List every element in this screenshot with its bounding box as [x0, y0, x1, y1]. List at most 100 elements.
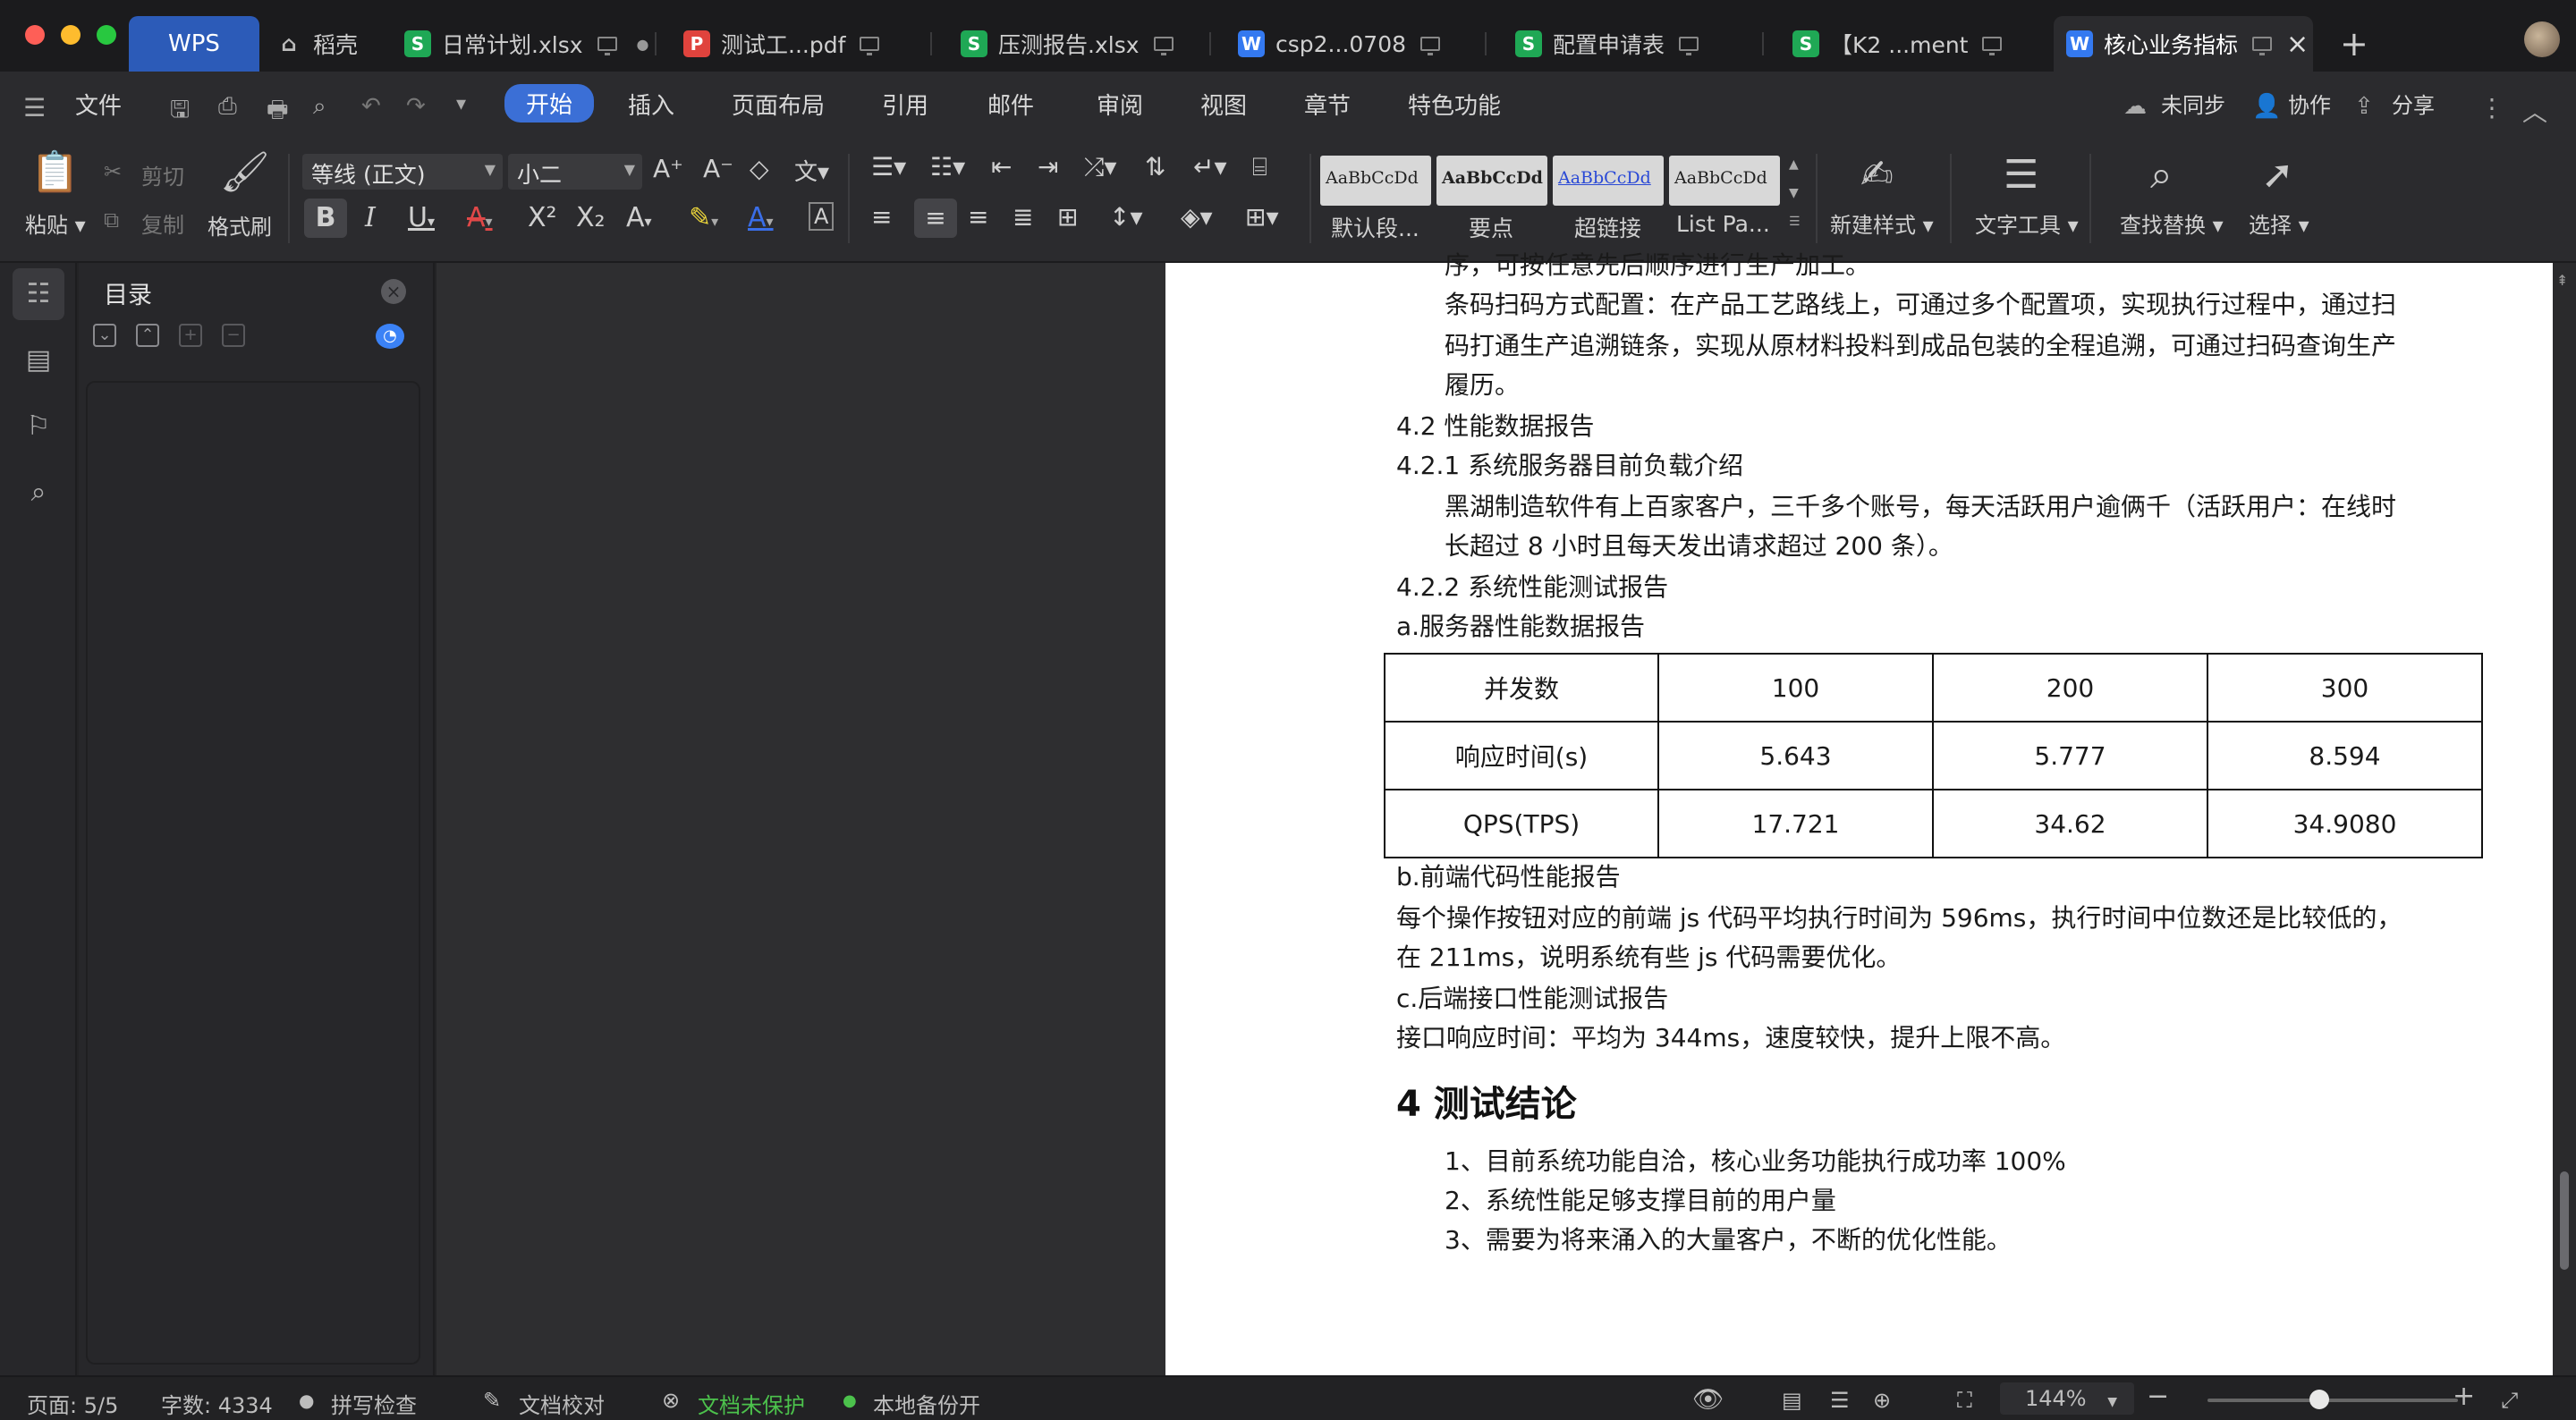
search-icon[interactable]: ⌕ [2150, 152, 2173, 198]
ruler-toggle-icon[interactable]: ⇞ [2556, 272, 2568, 289]
text-tools-button[interactable]: 文字工具 ▾ [1975, 207, 2079, 239]
tab-config-form[interactable]: S 配置申请表 [1515, 16, 1699, 72]
table-cell[interactable]: 100 [1657, 653, 1934, 723]
tab-core-metrics[interactable]: W 核心业务指标 × [2054, 16, 2313, 72]
justify-icon[interactable]: ≣ [1013, 202, 1033, 232]
redo-icon[interactable]: ↷ [406, 93, 426, 120]
superscript-button[interactable]: X² [528, 202, 557, 233]
align-right-icon[interactable]: ≡ [968, 202, 988, 232]
page-view-icon[interactable]: ▤ [13, 334, 64, 386]
styles-scroll-up-icon[interactable]: ▲ [1789, 157, 1799, 172]
menu-insert[interactable]: 插入 [628, 88, 674, 121]
table-cell[interactable]: 17.721 [1657, 789, 1934, 858]
style-listparagraph-preview[interactable]: AaBbCcDd [1669, 156, 1780, 206]
copy-button[interactable]: 复制 [141, 207, 184, 239]
align-center-icon[interactable]: ≡ [914, 199, 957, 238]
strikethrough-button[interactable]: A▾ [467, 202, 493, 233]
close-tab-icon[interactable]: × [2286, 29, 2309, 60]
menu-special-features[interactable]: 特色功能 [1408, 88, 1501, 121]
cut-icon[interactable]: ✂ [104, 159, 122, 184]
phonetic-guide-icon[interactable]: 文▾ [794, 154, 829, 187]
minimize-window-button[interactable] [61, 25, 80, 45]
text-tools-icon[interactable]: ☰ [2004, 152, 2038, 198]
zoom-out-button[interactable]: − [2147, 1381, 2169, 1412]
bookmark-icon[interactable]: ⚐ [13, 401, 64, 452]
bold-button[interactable]: B [304, 199, 347, 238]
styles-expand-icon[interactable]: ☰ [1789, 215, 1801, 229]
font-size-select[interactable]: 小二 ▼ [508, 154, 642, 190]
tab-daoke[interactable]: ⌂ 稻壳 [275, 16, 358, 72]
borders-icon[interactable]: ⊞▾ [1245, 202, 1279, 232]
subscript-button[interactable]: X₂ [576, 202, 606, 233]
share-button[interactable]: 分享 [2392, 88, 2435, 119]
align-left-icon[interactable]: ≡ [871, 202, 892, 232]
menu-chapter[interactable]: 章节 [1304, 88, 1351, 121]
select-button[interactable]: 选择 ▾ [2249, 207, 2309, 239]
line-spacing-icon[interactable]: ↕▾ [1109, 202, 1143, 232]
outline-view-icon[interactable]: ☷ [13, 268, 64, 320]
font-color-button[interactable]: A▾ [748, 202, 774, 233]
new-style-button[interactable]: 新建样式 ▾ [1830, 207, 1934, 239]
eye-protection-icon[interactable]: 👁 [1692, 1384, 1724, 1414]
cut-button[interactable]: 剪切 [141, 159, 184, 190]
page-view-mode-icon[interactable]: ▤ [1782, 1388, 1802, 1413]
fit-page-icon[interactable]: ⛶ [1957, 1388, 1972, 1413]
styles-scroll-down-icon[interactable]: ▼ [1789, 186, 1799, 200]
remove-heading-icon[interactable]: − [222, 324, 245, 347]
zoom-slider-handle[interactable] [2309, 1390, 2329, 1409]
grow-font-icon[interactable]: A⁺ [653, 154, 683, 183]
table-tools-icon[interactable]: ⌸ [1252, 152, 1267, 182]
table-cell[interactable]: 5.777 [1932, 721, 2208, 790]
format-painter-icon[interactable]: 🖌 [220, 148, 270, 195]
document-page[interactable]: 序，可按任意先后顺序进行生产加工。 条码扫码方式配置：在产品工艺路线上，可通过多… [1165, 250, 2576, 1375]
clear-format-icon[interactable]: ◇ [750, 154, 769, 183]
table-cell[interactable]: 响应时间(s) [1384, 721, 1659, 790]
sort-icon[interactable]: ⇅ [1145, 152, 1165, 182]
table-cell[interactable]: 8.594 [2207, 721, 2483, 790]
print-preview-icon[interactable]: ⌕ [313, 93, 326, 121]
font-name-select[interactable]: 等线 (正文) ▼ [302, 154, 503, 190]
zoom-slider[interactable] [2207, 1399, 2458, 1402]
web-view-mode-icon[interactable]: ⊕ [1873, 1388, 1891, 1413]
close-icon[interactable]: × [381, 279, 406, 304]
style-hyperlink-preview[interactable]: AaBbCcDd [1553, 156, 1664, 206]
decrease-indent-icon[interactable]: ⇤ [991, 152, 1012, 182]
tab-test-pdf[interactable]: P 测试工...pdf [683, 16, 880, 72]
hamburger-menu-icon[interactable]: ☰ [23, 93, 46, 123]
table-cell[interactable]: 34.9080 [2207, 789, 2483, 858]
text-effect-button[interactable]: A▾ [626, 202, 652, 233]
table-cell[interactable]: 5.643 [1657, 721, 1934, 790]
show-marks-icon[interactable]: ↵▾ [1193, 152, 1227, 182]
table-cell[interactable]: 并发数 [1384, 653, 1659, 723]
table-cell[interactable]: QPS(TPS) [1384, 789, 1659, 858]
shading-icon[interactable]: ◈▾ [1181, 202, 1213, 232]
close-window-button[interactable] [25, 25, 45, 45]
proofread-button[interactable]: 文档校对 [519, 1388, 605, 1419]
more-options-icon[interactable]: ⋮ [2479, 93, 2504, 123]
menu-review[interactable]: 审阅 [1097, 88, 1143, 121]
cursor-select-icon[interactable]: ➚ [2261, 152, 2294, 198]
expand-all-icon[interactable]: ⌄ [93, 324, 116, 347]
fullscreen-icon[interactable]: ⤢ [2501, 1388, 2518, 1413]
avatar[interactable] [2524, 21, 2560, 57]
menu-page-layout[interactable]: 页面布局 [732, 88, 825, 121]
italic-button[interactable]: I [365, 202, 376, 233]
table-cell[interactable]: 300 [2207, 653, 2483, 723]
vertical-scrollbar[interactable]: ⇞ [2553, 263, 2576, 1375]
menu-start[interactable]: 开始 [504, 84, 595, 123]
text-direction-icon[interactable]: ⤮▾ [1084, 152, 1116, 182]
spell-check-button[interactable]: 拼写检查 [331, 1388, 417, 1419]
character-border-button[interactable]: A [809, 202, 835, 231]
backup-status[interactable]: 本地备份开 [873, 1388, 980, 1419]
menu-mailings[interactable]: 邮件 [987, 88, 1034, 121]
word-count[interactable]: 字数: 4334 [161, 1388, 273, 1419]
find-in-doc-icon[interactable]: ⌕ [13, 467, 64, 519]
paste-button[interactable]: 粘贴 ▾ [25, 207, 86, 239]
quick-access-dropdown-icon[interactable]: ▾ [456, 93, 466, 115]
find-replace-button[interactable]: 查找替换 ▾ [2120, 207, 2224, 239]
undo-icon[interactable]: ↶ [361, 93, 381, 120]
tab-csp[interactable]: W csp2...0708 [1238, 16, 1441, 72]
increase-indent-icon[interactable]: ⇥ [1038, 152, 1058, 182]
copy-icon[interactable]: ⧉ [104, 207, 119, 232]
add-heading-icon[interactable]: + [179, 324, 202, 347]
